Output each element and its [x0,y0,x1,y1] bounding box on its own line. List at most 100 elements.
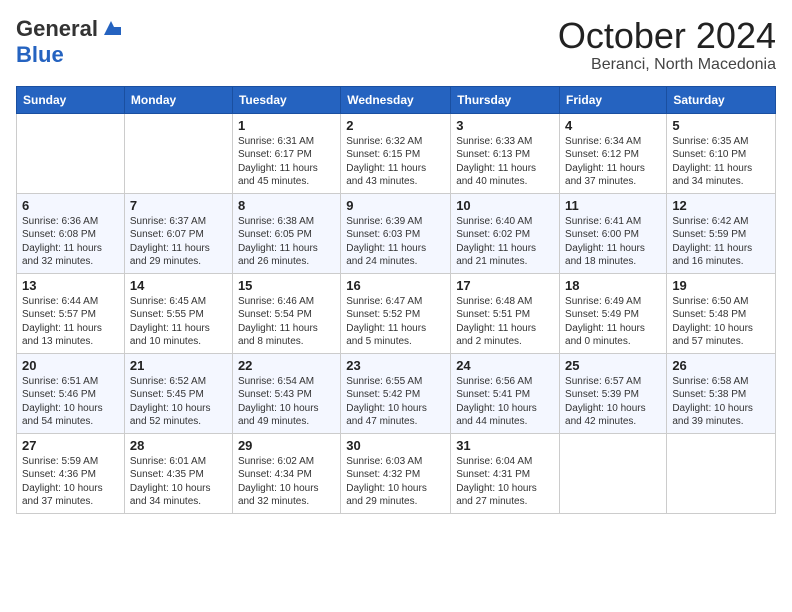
month-title: October 2024 [558,16,776,56]
calendar-cell: 2 Sunrise: 6:32 AM Sunset: 6:15 PM Daylig… [341,113,451,193]
calendar-cell: 5 Sunrise: 6:35 AM Sunset: 6:10 PM Daylig… [667,113,776,193]
day-number: 17 [456,278,554,293]
calendar-week-row: 1 Sunrise: 6:31 AM Sunset: 6:17 PM Daylig… [17,113,776,193]
day-number: 12 [672,198,770,213]
calendar-cell: 11 Sunrise: 6:41 AM Sunset: 6:00 PM Dayli… [560,193,667,273]
day-info: Sunrise: 6:52 AM Sunset: 5:45 PM Dayligh… [130,375,227,429]
calendar-week-row: 27Sunrise: 5:59 AM Sunset: 4:36 PM Dayli… [17,433,776,513]
day-info: Sunrise: 6:56 AM Sunset: 5:41 PM Dayligh… [456,375,554,429]
day-info: Sunrise: 6:54 AM Sunset: 5:43 PM Dayligh… [238,375,335,429]
day-number: 18 [565,278,661,293]
calendar-cell: 24 Sunrise: 6:56 AM Sunset: 5:41 PM Dayli… [451,353,560,433]
calendar-cell: 13Sunrise: 6:44 AM Sunset: 5:57 PM Dayli… [17,273,125,353]
calendar-cell: 31 Sunrise: 6:04 AM Sunset: 4:31 PM Dayli… [451,433,560,513]
page-header: General Blue October 2024 Beranci, North… [16,16,776,74]
day-of-week-header: Thursday [451,86,560,113]
calendar-week-row: 13Sunrise: 6:44 AM Sunset: 5:57 PM Dayli… [17,273,776,353]
day-info: Sunrise: 6:47 AM Sunset: 5:52 PM Dayligh… [346,295,445,349]
day-number: 21 [130,358,227,373]
day-info: Sunrise: 6:46 AM Sunset: 5:54 PM Dayligh… [238,295,335,349]
day-number: 3 [456,118,554,133]
day-number: 28 [130,438,227,453]
day-number: 6 [22,198,119,213]
day-number: 5 [672,118,770,133]
day-number: 1 [238,118,335,133]
calendar-cell [667,433,776,513]
day-info: Sunrise: 6:49 AM Sunset: 5:49 PM Dayligh… [565,295,661,349]
day-of-week-header: Wednesday [341,86,451,113]
day-of-week-header: Sunday [17,86,125,113]
calendar-cell: 25Sunrise: 6:57 AM Sunset: 5:39 PM Dayli… [560,353,667,433]
day-number: 16 [346,278,445,293]
calendar-table: SundayMondayTuesdayWednesdayThursdayFrid… [16,86,776,514]
day-info: Sunrise: 6:38 AM Sunset: 6:05 PM Dayligh… [238,215,335,269]
day-number: 2 [346,118,445,133]
day-number: 8 [238,198,335,213]
day-info: Sunrise: 6:33 AM Sunset: 6:13 PM Dayligh… [456,135,554,189]
calendar-cell: 29Sunrise: 6:02 AM Sunset: 4:34 PM Dayli… [232,433,340,513]
calendar-cell: 12 Sunrise: 6:42 AM Sunset: 5:59 PM Dayli… [667,193,776,273]
day-info: Sunrise: 6:58 AM Sunset: 5:38 PM Dayligh… [672,375,770,429]
day-number: 10 [456,198,554,213]
day-info: Sunrise: 6:02 AM Sunset: 4:34 PM Dayligh… [238,455,335,509]
day-info: Sunrise: 6:41 AM Sunset: 6:00 PM Dayligh… [565,215,661,269]
day-number: 25 [565,358,661,373]
day-info: Sunrise: 6:32 AM Sunset: 6:15 PM Dayligh… [346,135,445,189]
calendar-cell [124,113,232,193]
day-number: 20 [22,358,119,373]
calendar-cell: 23Sunrise: 6:55 AM Sunset: 5:42 PM Dayli… [341,353,451,433]
day-info: Sunrise: 5:59 AM Sunset: 4:36 PM Dayligh… [22,455,119,509]
calendar-cell [17,113,125,193]
day-info: Sunrise: 6:40 AM Sunset: 6:02 PM Dayligh… [456,215,554,269]
logo: General Blue [16,16,122,68]
logo-icon [100,17,122,39]
day-of-week-header: Tuesday [232,86,340,113]
day-info: Sunrise: 6:39 AM Sunset: 6:03 PM Dayligh… [346,215,445,269]
calendar-cell: 1 Sunrise: 6:31 AM Sunset: 6:17 PM Daylig… [232,113,340,193]
day-number: 9 [346,198,445,213]
calendar-cell: 4Sunrise: 6:34 AM Sunset: 6:12 PM Daylig… [560,113,667,193]
day-info: Sunrise: 6:42 AM Sunset: 5:59 PM Dayligh… [672,215,770,269]
calendar-cell: 19 Sunrise: 6:50 AM Sunset: 5:48 PM Dayli… [667,273,776,353]
calendar-header-row: SundayMondayTuesdayWednesdayThursdayFrid… [17,86,776,113]
day-info: Sunrise: 6:37 AM Sunset: 6:07 PM Dayligh… [130,215,227,269]
day-number: 19 [672,278,770,293]
calendar-week-row: 20 Sunrise: 6:51 AM Sunset: 5:46 PM Dayli… [17,353,776,433]
day-info: Sunrise: 6:01 AM Sunset: 4:35 PM Dayligh… [130,455,227,509]
calendar-cell: 27Sunrise: 5:59 AM Sunset: 4:36 PM Dayli… [17,433,125,513]
calendar-cell: 3 Sunrise: 6:33 AM Sunset: 6:13 PM Daylig… [451,113,560,193]
day-info: Sunrise: 6:03 AM Sunset: 4:32 PM Dayligh… [346,455,445,509]
day-info: Sunrise: 6:51 AM Sunset: 5:46 PM Dayligh… [22,375,119,429]
day-number: 24 [456,358,554,373]
calendar-cell: 7 Sunrise: 6:37 AM Sunset: 6:07 PM Daylig… [124,193,232,273]
calendar-cell: 16 Sunrise: 6:47 AM Sunset: 5:52 PM Dayli… [341,273,451,353]
calendar-cell: 6Sunrise: 6:36 AM Sunset: 6:08 PM Daylig… [17,193,125,273]
day-number: 26 [672,358,770,373]
calendar-cell: 15 Sunrise: 6:46 AM Sunset: 5:54 PM Dayli… [232,273,340,353]
calendar-cell: 9 Sunrise: 6:39 AM Sunset: 6:03 PM Daylig… [341,193,451,273]
day-number: 11 [565,198,661,213]
day-number: 14 [130,278,227,293]
day-of-week-header: Monday [124,86,232,113]
day-info: Sunrise: 6:55 AM Sunset: 5:42 PM Dayligh… [346,375,445,429]
calendar-cell: 22Sunrise: 6:54 AM Sunset: 5:43 PM Dayli… [232,353,340,433]
day-number: 13 [22,278,119,293]
day-info: Sunrise: 6:31 AM Sunset: 6:17 PM Dayligh… [238,135,335,189]
logo-general-text: General [16,16,98,42]
day-info: Sunrise: 6:48 AM Sunset: 5:51 PM Dayligh… [456,295,554,349]
location-title: Beranci, North Macedonia [558,56,776,74]
day-number: 7 [130,198,227,213]
day-info: Sunrise: 6:45 AM Sunset: 5:55 PM Dayligh… [130,295,227,349]
calendar-cell: 17 Sunrise: 6:48 AM Sunset: 5:51 PM Dayli… [451,273,560,353]
calendar-cell: 8 Sunrise: 6:38 AM Sunset: 6:05 PM Daylig… [232,193,340,273]
calendar-cell: 18 Sunrise: 6:49 AM Sunset: 5:49 PM Dayli… [560,273,667,353]
calendar-cell: 26 Sunrise: 6:58 AM Sunset: 5:38 PM Dayli… [667,353,776,433]
day-info: Sunrise: 6:50 AM Sunset: 5:48 PM Dayligh… [672,295,770,349]
day-info: Sunrise: 6:04 AM Sunset: 4:31 PM Dayligh… [456,455,554,509]
day-info: Sunrise: 6:35 AM Sunset: 6:10 PM Dayligh… [672,135,770,189]
day-number: 30 [346,438,445,453]
day-number: 31 [456,438,554,453]
calendar-cell: 28 Sunrise: 6:01 AM Sunset: 4:35 PM Dayli… [124,433,232,513]
day-of-week-header: Friday [560,86,667,113]
day-number: 15 [238,278,335,293]
